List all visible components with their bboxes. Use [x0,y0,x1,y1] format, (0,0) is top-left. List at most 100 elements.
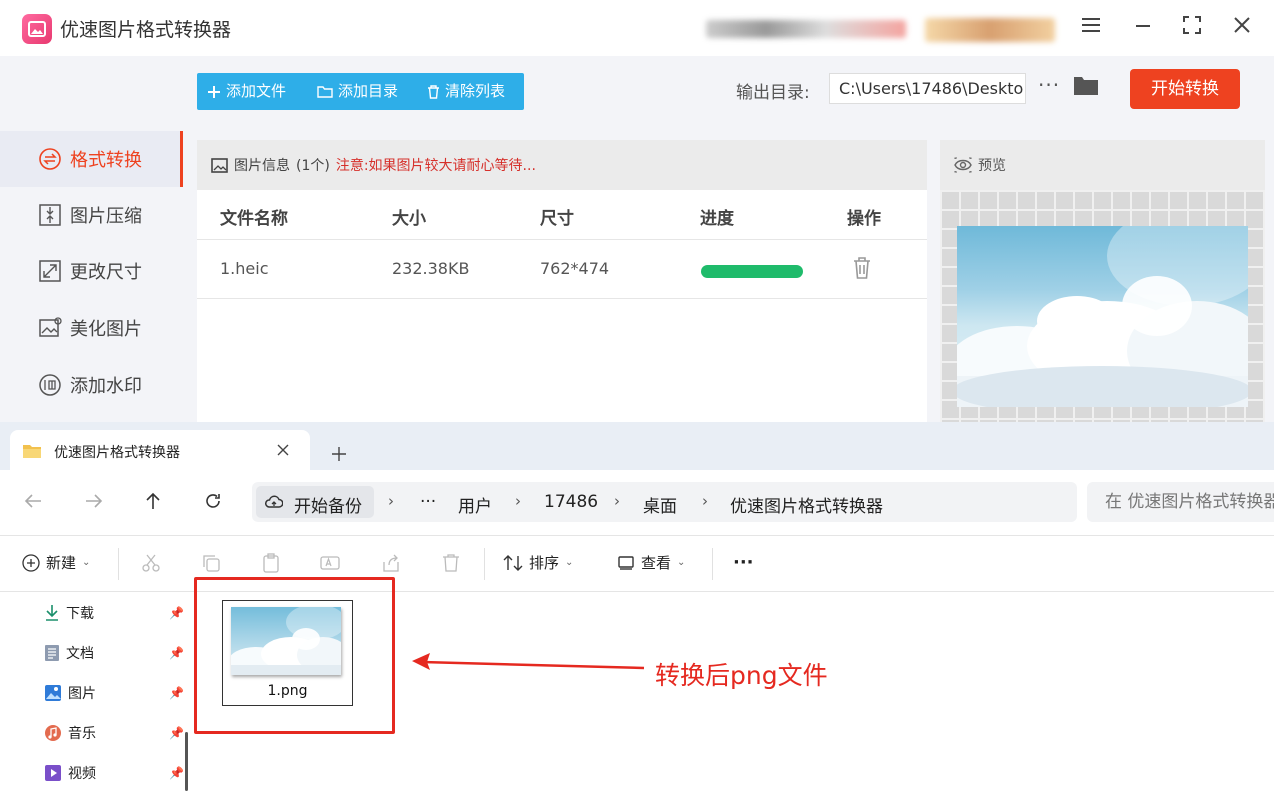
add-file-icon [208,85,220,98]
col-size: 大小 [392,209,426,229]
output-dir-label: 输出目录: [736,83,810,103]
command-bar: 新建 ⌄ 排序 ⌄ 查看 ⌄ ··· [0,535,1274,592]
sidebar-item-resize[interactable]: 更改尺寸 [0,243,183,299]
menu-icon[interactable] [1080,14,1108,42]
sort-button[interactable]: 排序 ⌄ [503,552,573,573]
nav-label: 图片 [68,686,96,702]
view-icon [618,555,634,570]
nav-label: 音乐 [68,726,96,742]
add-folder-label: 添加目录 [338,82,399,100]
nav-scrollbar[interactable] [185,732,188,791]
more-options-button[interactable]: ··· [733,552,754,573]
rename-icon[interactable] [320,553,340,573]
preview-label: 预览 [978,158,1006,174]
crumb-overflow[interactable]: ··· [420,492,436,512]
view-button[interactable]: 查看 ⌄ [617,552,685,573]
copy-icon[interactable] [201,553,221,573]
crumb-users[interactable]: 用户 [458,492,492,517]
sidebar-item-label: 更改尺寸 [70,262,142,283]
nav-item-pictures[interactable]: 图片 📌 [44,682,184,704]
output-more-button[interactable]: ··· [1038,73,1060,97]
tab-close-icon [277,444,289,456]
blurred-user-info [706,20,906,38]
annotation-text: 转换后png文件 [655,661,828,690]
chevron-down-icon: ⌄ [677,557,686,568]
nav-item-downloads[interactable]: 下载 📌 [44,602,184,624]
divider [484,548,485,580]
delete-icon[interactable] [441,553,461,573]
folder-outline-icon [317,86,333,98]
crumb-backup: 开始备份 [294,497,362,517]
forward-icon[interactable] [85,492,103,514]
new-tab-icon[interactable] [331,446,347,462]
add-file-label: 添加文件 [226,82,287,100]
sidebar-item-format-convert[interactable]: 格式转换 [0,131,183,187]
minimize-icon[interactable] [1132,14,1160,42]
col-dimensions: 尺寸 [540,209,574,229]
resize-icon [39,260,61,282]
music-icon [45,725,61,741]
document-icon [45,645,59,661]
refresh-icon[interactable] [204,492,222,515]
delete-icon[interactable] [852,256,872,284]
explorer-tab[interactable]: 优速图片格式转换器 [10,430,310,470]
crumb-desktop[interactable]: 桌面 [643,492,677,517]
pin-icon: 📌 [169,686,184,700]
chevron-right-icon: › [614,492,620,510]
share-icon[interactable] [381,553,401,573]
sidebar-item-compress[interactable]: 图片压缩 [0,187,183,243]
cut-icon[interactable] [141,553,161,573]
blurred-vip-badge [925,18,1055,42]
preview-panel: 预览 [940,140,1265,422]
sidebar-item-label: 格式转换 [70,150,142,171]
open-folder-icon[interactable] [1073,74,1099,100]
sidebar-item-watermark[interactable]: 添加水印 [0,357,183,413]
chevron-down-icon: ⌄ [565,557,574,568]
new-label: 新建 [46,554,77,572]
col-file-name: 文件名称 [220,209,288,229]
sidebar-item-beautify[interactable]: 美化图片 [0,300,183,356]
table-row[interactable]: 1.heic 232.38KB 762*474 [197,241,927,299]
trash-icon [428,84,439,99]
maximize-icon[interactable] [1181,14,1209,42]
file-name-cell: 1.heic [220,259,269,278]
start-convert-button[interactable]: 开始转换 [1130,69,1240,109]
new-button[interactable]: 新建 ⌄ [22,552,90,573]
clear-list-button[interactable]: 清除列表 [427,73,505,110]
arrow-icon [412,653,645,670]
close-icon[interactable] [1231,14,1259,42]
converter-app-window: 优速图片格式转换器 添加文件 添加目录 清除列表 输出目录: C:\Users\… [0,0,1274,422]
paste-icon[interactable] [261,553,281,573]
pictures-icon [45,685,61,701]
app-title: 优速图片格式转换器 [60,19,232,41]
preview-canvas [940,190,1265,422]
crumb-current-folder[interactable]: 优速图片格式转换器 [730,492,883,517]
pin-icon: 📌 [169,606,184,620]
nav-item-documents[interactable]: 文档 📌 [44,642,184,664]
add-folder-button[interactable]: 添加目录 [317,73,398,110]
pin-icon: 📌 [169,726,184,740]
nav-item-videos[interactable]: 视频 📌 [44,762,184,784]
divider [712,548,713,580]
file-explorer-window: 优速图片格式转换器 开始备份 › ··· 用户 › 17486 › 桌面 › 优… [0,422,1274,791]
image-count: (1个) [296,158,330,174]
eye-icon [954,157,972,173]
clear-list-label: 清除列表 [445,82,506,100]
cloud-backup-icon [265,495,283,508]
nav-item-music[interactable]: 音乐 📌 [44,722,184,744]
sidebar-item-label: 美化图片 [70,319,142,340]
back-icon[interactable] [24,492,42,514]
chevron-down-icon: ⌄ [82,557,91,568]
output-dir-field[interactable]: C:\Users\17486\Deskto [829,73,1026,104]
up-icon[interactable] [145,492,161,515]
col-progress: 进度 [700,209,734,229]
breadcrumb[interactable]: 开始备份 › ··· 用户 › 17486 › 桌面 › 优速图片格式转换器 [252,482,1077,522]
preview-image [957,226,1248,407]
search-input[interactable]: 在 优速图片格式转换器 [1087,482,1274,522]
pin-icon: 📌 [169,646,184,660]
backup-crumb[interactable]: 开始备份 [256,486,374,518]
navigation-pane: 下载 📌 文档 📌 图片 📌 音乐 📌 视频 📌 [0,592,200,791]
add-file-button[interactable]: 添加文件 [207,73,286,110]
beautify-icon [39,317,62,337]
crumb-user-17486[interactable]: 17486 [544,492,598,512]
